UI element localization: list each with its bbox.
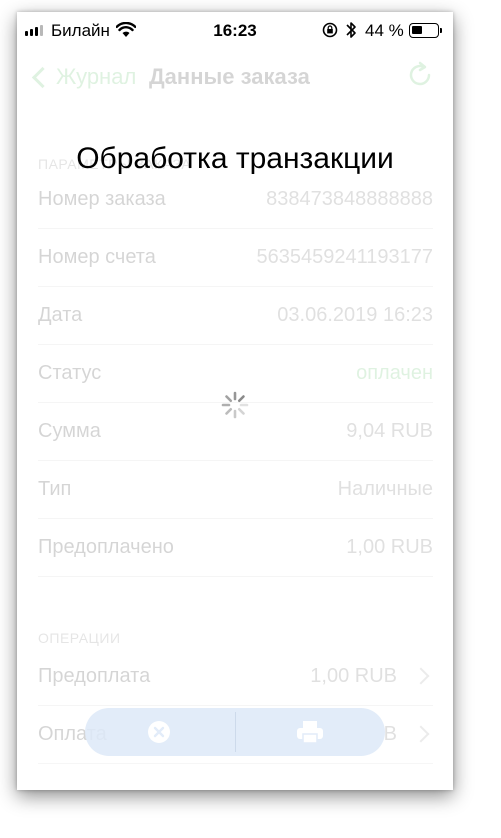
order-row-label: Тип [38, 478, 72, 500]
operation-row-label: Предоплата [38, 665, 151, 687]
battery-icon [409, 23, 439, 38]
refresh-icon[interactable] [405, 60, 435, 90]
phone-screen: Билайн 16:23 44 % Журнал Данные заказа П… [17, 12, 453, 790]
order-row-value: 1,00 RUB [346, 536, 433, 558]
chevron-right-icon [412, 667, 430, 685]
back-label: Журнал [56, 64, 137, 89]
operation-row-value: B [383, 723, 397, 745]
battery-cap [440, 28, 442, 33]
order-row: Предоплачено 1,00 RUB [38, 519, 433, 577]
order-row: Номер счета 5635459241193177 [38, 229, 433, 287]
order-row-label: Дата [38, 304, 83, 326]
spinner-spoke [237, 395, 245, 403]
print-button[interactable] [236, 708, 385, 756]
bluetooth-icon [346, 22, 356, 38]
spinner-spoke [237, 407, 245, 415]
order-row-label: Номер счета [38, 246, 156, 268]
action-bar [85, 708, 385, 756]
operation-row[interactable]: Предоплата 1,00 RUB [38, 648, 433, 706]
order-row-label: Сумма [38, 420, 101, 442]
navigation-bar: Журнал Данные заказа [17, 52, 453, 100]
order-row-label: Предоплачено [38, 536, 174, 558]
order-row: Номер заказа 838473848888888 [38, 171, 433, 229]
order-row: Тип Наличные [38, 461, 433, 519]
battery-fill [412, 26, 422, 34]
order-row: Дата 03.06.2019 16:23 [38, 287, 433, 345]
printer-icon [297, 721, 323, 744]
order-row-value: 5635459241193177 [256, 246, 433, 268]
spinner-spoke [225, 407, 233, 415]
rotation-lock-icon [322, 22, 338, 38]
order-row-value: оплачен [356, 362, 433, 384]
loading-spinner-icon [221, 391, 249, 419]
page-title: Данные заказа [149, 64, 310, 89]
battery-percent: 44 % [365, 21, 404, 40]
processing-title: Обработка транзакции [76, 142, 394, 175]
operation-row-value: 1,00 RUB [310, 665, 397, 687]
spinner-spoke [225, 395, 233, 403]
status-bar: Билайн 16:23 44 % [17, 12, 453, 52]
close-circle-icon [148, 721, 170, 743]
cancel-button[interactable] [85, 708, 235, 756]
back-button[interactable]: Журнал [29, 64, 136, 90]
order-row-value: 03.06.2019 16:23 [277, 304, 433, 326]
chevron-left-icon [31, 66, 54, 88]
order-row-label: Статус [38, 362, 102, 384]
order-row-value: Наличные [337, 478, 433, 500]
chevron-right-icon [412, 725, 430, 743]
section-header-operations: ОПЕРАЦИИ [38, 630, 121, 646]
order-row-value: 838473848888888 [266, 188, 433, 210]
order-row-label: Номер заказа [38, 188, 166, 210]
order-row-value: 9,04 RUB [346, 420, 433, 442]
